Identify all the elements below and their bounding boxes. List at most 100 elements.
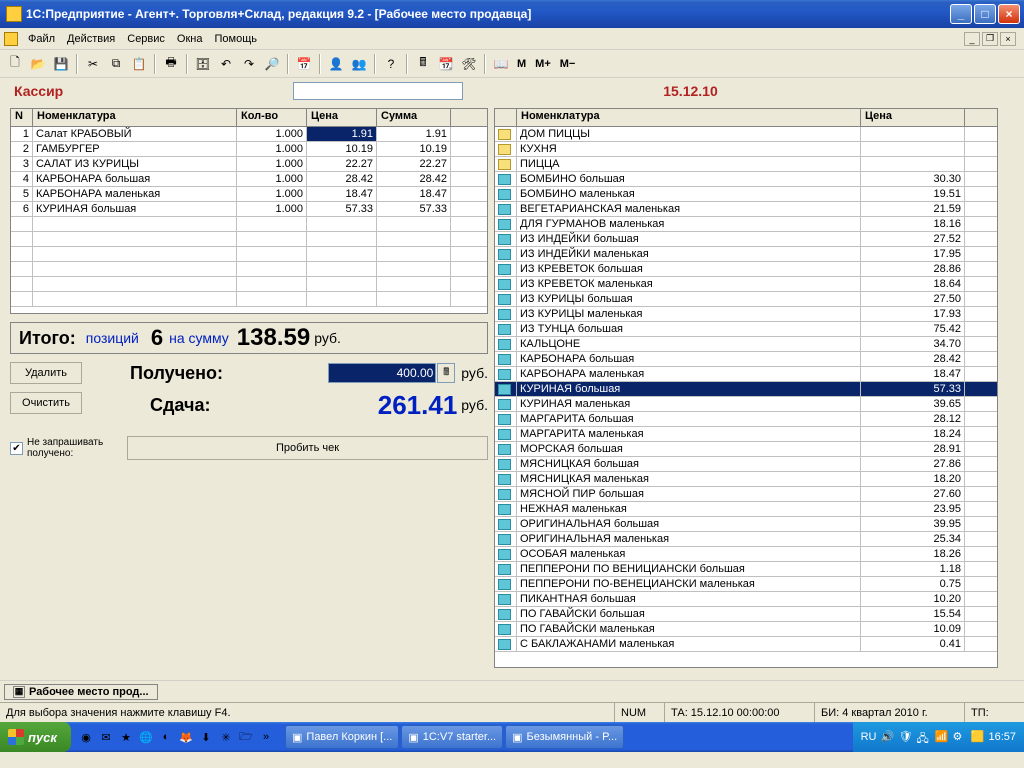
table-row[interactable]: 5КАРБОНАРА маленькая1.00018.4718.47 bbox=[11, 187, 487, 202]
new-icon[interactable]: 🗋 bbox=[4, 53, 26, 75]
list-item[interactable]: КАРБОНАРА маленькая18.47 bbox=[495, 367, 997, 382]
punch-check-button[interactable]: Пробить чек bbox=[127, 436, 488, 460]
cat-col-nom[interactable]: Номенклатура bbox=[517, 109, 861, 126]
tool-icon[interactable]: 🛠 bbox=[458, 53, 480, 75]
menu-actions[interactable]: Действия bbox=[61, 31, 121, 47]
list-item[interactable]: ПО ГАВАЙСКИ большая15.54 bbox=[495, 607, 997, 622]
list-item[interactable]: ДОМ ПИЦЦЫ bbox=[495, 127, 997, 142]
print-icon[interactable]: 🖶 bbox=[160, 53, 182, 75]
list-item[interactable]: ПЕППЕРОНИ ПО-ВЕНЕЦИАНСКИ маленькая0.75 bbox=[495, 577, 997, 592]
list-item[interactable]: ПЕППЕРОНИ ПО ВЕНИЦИАНСКИ большая1.18 bbox=[495, 562, 997, 577]
doc-tab-active[interactable]: ▦ Рабочее место прод... bbox=[4, 684, 158, 700]
list-item[interactable]: ИЗ КУРИЦЫ большая27.50 bbox=[495, 292, 997, 307]
ql-icon[interactable]: 🗁 bbox=[237, 727, 255, 747]
tray-icon[interactable]: 🟨 bbox=[970, 730, 984, 744]
paste-icon[interactable]: 📋 bbox=[128, 53, 150, 75]
taskbar-task[interactable]: ▣Павел Коркин [... bbox=[285, 725, 399, 749]
ql-icon[interactable]: ✳ bbox=[217, 727, 235, 747]
tray-icon[interactable]: 📶 bbox=[934, 730, 948, 744]
list-item[interactable]: БОМБИНО большая30.30 bbox=[495, 172, 997, 187]
table-row[interactable] bbox=[11, 292, 487, 307]
start-button[interactable]: пуск bbox=[0, 722, 71, 752]
table-row[interactable] bbox=[11, 277, 487, 292]
table-row[interactable]: 1Салат КРАБОВЫЙ1.0001.911.91 bbox=[11, 127, 487, 142]
table-row[interactable]: 4КАРБОНАРА большая1.00028.4228.42 bbox=[11, 172, 487, 187]
clear-button[interactable]: Очистить bbox=[10, 392, 82, 414]
delete-button[interactable]: Удалить bbox=[10, 362, 82, 384]
m-plus-button[interactable]: M+ bbox=[531, 53, 555, 75]
list-item[interactable]: КАРБОНАРА большая28.42 bbox=[495, 352, 997, 367]
mdi-close-button[interactable]: × bbox=[1000, 32, 1016, 46]
list-item[interactable]: ИЗ ИНДЕЙКИ маленькая17.95 bbox=[495, 247, 997, 262]
table-row[interactable] bbox=[11, 217, 487, 232]
open-icon[interactable]: 📂 bbox=[27, 53, 49, 75]
list-item[interactable]: ОРИГИНАЛЬНАЯ большая39.95 bbox=[495, 517, 997, 532]
list-item[interactable]: КУРИНАЯ маленькая39.65 bbox=[495, 397, 997, 412]
ql-icon[interactable]: ★ bbox=[117, 727, 135, 747]
list-item[interactable]: ПО ГАВАЙСКИ маленькая10.09 bbox=[495, 622, 997, 637]
col-sum[interactable]: Сумма bbox=[377, 109, 451, 126]
ql-icon[interactable]: ⬇ bbox=[197, 727, 215, 747]
table-row[interactable]: 3САЛАТ ИЗ КУРИЦЫ1.00022.2722.27 bbox=[11, 157, 487, 172]
list-item[interactable]: С БАКЛАЖАНАМИ маленькая0.41 bbox=[495, 637, 997, 652]
list-item[interactable]: МЯСНОЙ ПИР большая27.60 bbox=[495, 487, 997, 502]
list-item[interactable]: НЕЖНАЯ маленькая23.95 bbox=[495, 502, 997, 517]
redo-icon[interactable]: ↷ bbox=[238, 53, 260, 75]
cat-col-price[interactable]: Цена bbox=[861, 109, 965, 126]
list-item[interactable]: КУХНЯ bbox=[495, 142, 997, 157]
save-icon[interactable]: 💾 bbox=[50, 53, 72, 75]
col-qty[interactable]: Кол-во bbox=[237, 109, 307, 126]
cut-icon[interactable]: ✂ bbox=[82, 53, 104, 75]
mdi-minimize-button[interactable]: _ bbox=[964, 32, 980, 46]
list-item[interactable]: ИЗ КУРИЦЫ маленькая17.93 bbox=[495, 307, 997, 322]
list-item[interactable]: КАЛЬЦОНЕ34.70 bbox=[495, 337, 997, 352]
lang-indicator[interactable]: RU bbox=[861, 731, 877, 743]
list-item[interactable]: МЯСНИЦКАЯ маленькая18.20 bbox=[495, 472, 997, 487]
minimize-button[interactable]: _ bbox=[950, 4, 972, 24]
list-item[interactable]: ДЛЯ ГУРМАНОВ маленькая18.16 bbox=[495, 217, 997, 232]
table-row[interactable] bbox=[11, 232, 487, 247]
menu-help[interactable]: Помощь bbox=[208, 31, 263, 47]
mdi-restore-button[interactable]: ❐ bbox=[982, 32, 998, 46]
list-item[interactable]: МОРСКАЯ большая28.91 bbox=[495, 442, 997, 457]
list-item[interactable]: ОСОБАЯ маленькая18.26 bbox=[495, 547, 997, 562]
copy-icon[interactable]: ⧉ bbox=[105, 53, 127, 75]
calendar-icon[interactable]: 📅 bbox=[293, 53, 315, 75]
list-item[interactable]: ОРИГИНАЛЬНАЯ маленькая25.34 bbox=[495, 532, 997, 547]
user2-icon[interactable]: 👥 bbox=[348, 53, 370, 75]
received-input[interactable] bbox=[328, 363, 436, 383]
tray-icon[interactable]: 🛡 bbox=[898, 730, 912, 744]
clock[interactable]: 16:57 bbox=[988, 731, 1016, 743]
no-ask-received-checkbox[interactable]: ✔ bbox=[10, 442, 23, 455]
menu-file[interactable]: Файл bbox=[22, 31, 61, 47]
user1-icon[interactable]: 👤 bbox=[325, 53, 347, 75]
tray-icon[interactable]: 🖧 bbox=[916, 730, 930, 744]
col-n[interactable]: N bbox=[11, 109, 33, 126]
ql-icon[interactable]: 🦊 bbox=[177, 727, 195, 747]
list-item[interactable]: ИЗ КРЕВЕТОК большая28.86 bbox=[495, 262, 997, 277]
ql-icon[interactable]: 🌐 bbox=[137, 727, 155, 747]
list-item[interactable]: ПИКАНТНАЯ большая10.20 bbox=[495, 592, 997, 607]
list-item[interactable]: МЯСНИЦКАЯ большая27.86 bbox=[495, 457, 997, 472]
ql-expand-icon[interactable]: » bbox=[257, 727, 275, 747]
find-icon[interactable]: 🔎 bbox=[261, 53, 283, 75]
maximize-button[interactable]: □ bbox=[974, 4, 996, 24]
list-item[interactable]: КУРИНАЯ большая57.33 bbox=[495, 382, 997, 397]
table-row[interactable] bbox=[11, 247, 487, 262]
tray-icon[interactable]: ⚙ bbox=[952, 730, 966, 744]
ql-icon[interactable]: ◉ bbox=[77, 727, 95, 747]
list-item[interactable]: ИЗ КРЕВЕТОК маленькая18.64 bbox=[495, 277, 997, 292]
list-item[interactable]: МАРГАРИТА маленькая18.24 bbox=[495, 427, 997, 442]
cat-col-icon[interactable] bbox=[495, 109, 517, 126]
m-button[interactable]: M bbox=[513, 53, 530, 75]
catalog-grid[interactable]: Номенклатура Цена ДОМ ПИЦЦЫКУХНЯПИЦЦАБОМ… bbox=[494, 108, 998, 668]
taskbar-task[interactable]: ▣1C:V7 starter... bbox=[401, 725, 503, 749]
app-menu-icon[interactable] bbox=[4, 32, 18, 46]
list-item[interactable]: ПИЦЦА bbox=[495, 157, 997, 172]
table-row[interactable]: 6КУРИНАЯ большая1.00057.3357.33 bbox=[11, 202, 487, 217]
system-tray[interactable]: RU 🔊 🛡 🖧 📶 ⚙ 🟨 16:57 bbox=[853, 722, 1024, 752]
calc-icon[interactable]: 🖩 bbox=[412, 53, 434, 75]
table-row[interactable] bbox=[11, 262, 487, 277]
table-row[interactable]: 2ГАМБУРГЕР1.00010.1910.19 bbox=[11, 142, 487, 157]
tray-icon[interactable]: 🔊 bbox=[880, 730, 894, 744]
